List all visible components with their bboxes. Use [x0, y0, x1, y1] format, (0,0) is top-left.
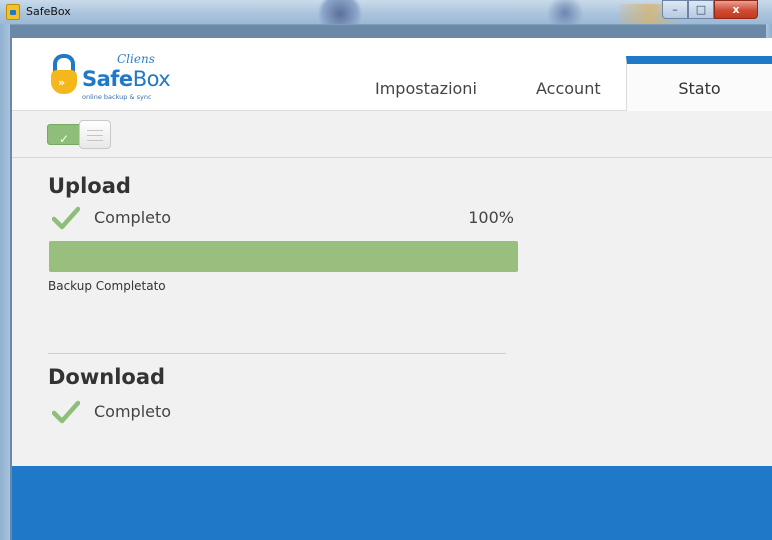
tab-impostazioni[interactable]: Impostazioni	[375, 56, 477, 108]
download-section-title: Download	[48, 365, 166, 389]
section-divider	[48, 353, 506, 354]
logo-cliens-text: Cliens	[117, 52, 155, 66]
knob-grip-line	[87, 140, 103, 141]
logo-safebox-text: SafeBox	[82, 67, 171, 91]
window-controls: – □ x	[662, 0, 758, 19]
window-title: SafeBox	[26, 5, 71, 18]
app-header: » Cliens SafeBox online backup & sync Im…	[12, 38, 772, 111]
upload-status-row: Completo 100%	[52, 206, 514, 230]
check-icon: ✓	[59, 132, 70, 146]
upload-progress-fill	[49, 241, 518, 272]
lock-icon: »	[51, 70, 77, 94]
window-frame-left	[0, 24, 10, 540]
download-status-text: Completo	[94, 402, 172, 421]
app-icon	[6, 4, 20, 20]
safebox-logo: » Cliens SafeBox online backup & sync	[51, 50, 181, 106]
sync-toggle-switch[interactable]: ✓	[47, 120, 111, 149]
toggle-knob[interactable]	[79, 120, 111, 149]
titlebar-background-decoration	[545, 0, 585, 24]
app-client-area: » Cliens SafeBox online backup & sync Im…	[12, 38, 772, 540]
tab-stato[interactable]: Stato	[626, 56, 772, 111]
logo-tagline: online backup & sync	[82, 93, 152, 101]
divider	[12, 157, 772, 158]
upload-percent: 100%	[468, 208, 514, 227]
logo-name-bold: Safe	[82, 67, 133, 91]
minimize-button[interactable]: –	[662, 0, 688, 19]
checkmark-icon	[52, 400, 80, 424]
logo-name-light: Box	[132, 67, 171, 91]
tab-account[interactable]: Account	[536, 56, 601, 108]
footer-bar	[12, 466, 772, 540]
knob-grip-line	[87, 130, 103, 131]
knob-grip-line	[87, 135, 103, 136]
checkmark-icon	[52, 206, 80, 230]
window-titlebar[interactable]: SafeBox – □ x	[0, 0, 772, 25]
close-button[interactable]: x	[714, 0, 758, 19]
upload-status-text: Completo	[94, 208, 172, 227]
lock-arrow-glyph: »	[58, 76, 66, 89]
upload-progress-bar	[49, 241, 518, 272]
upload-section-title: Upload	[48, 174, 131, 198]
titlebar-background-decoration	[315, 0, 365, 24]
maximize-button[interactable]: □	[688, 0, 714, 19]
backup-status-message: Backup Completato	[48, 279, 166, 293]
